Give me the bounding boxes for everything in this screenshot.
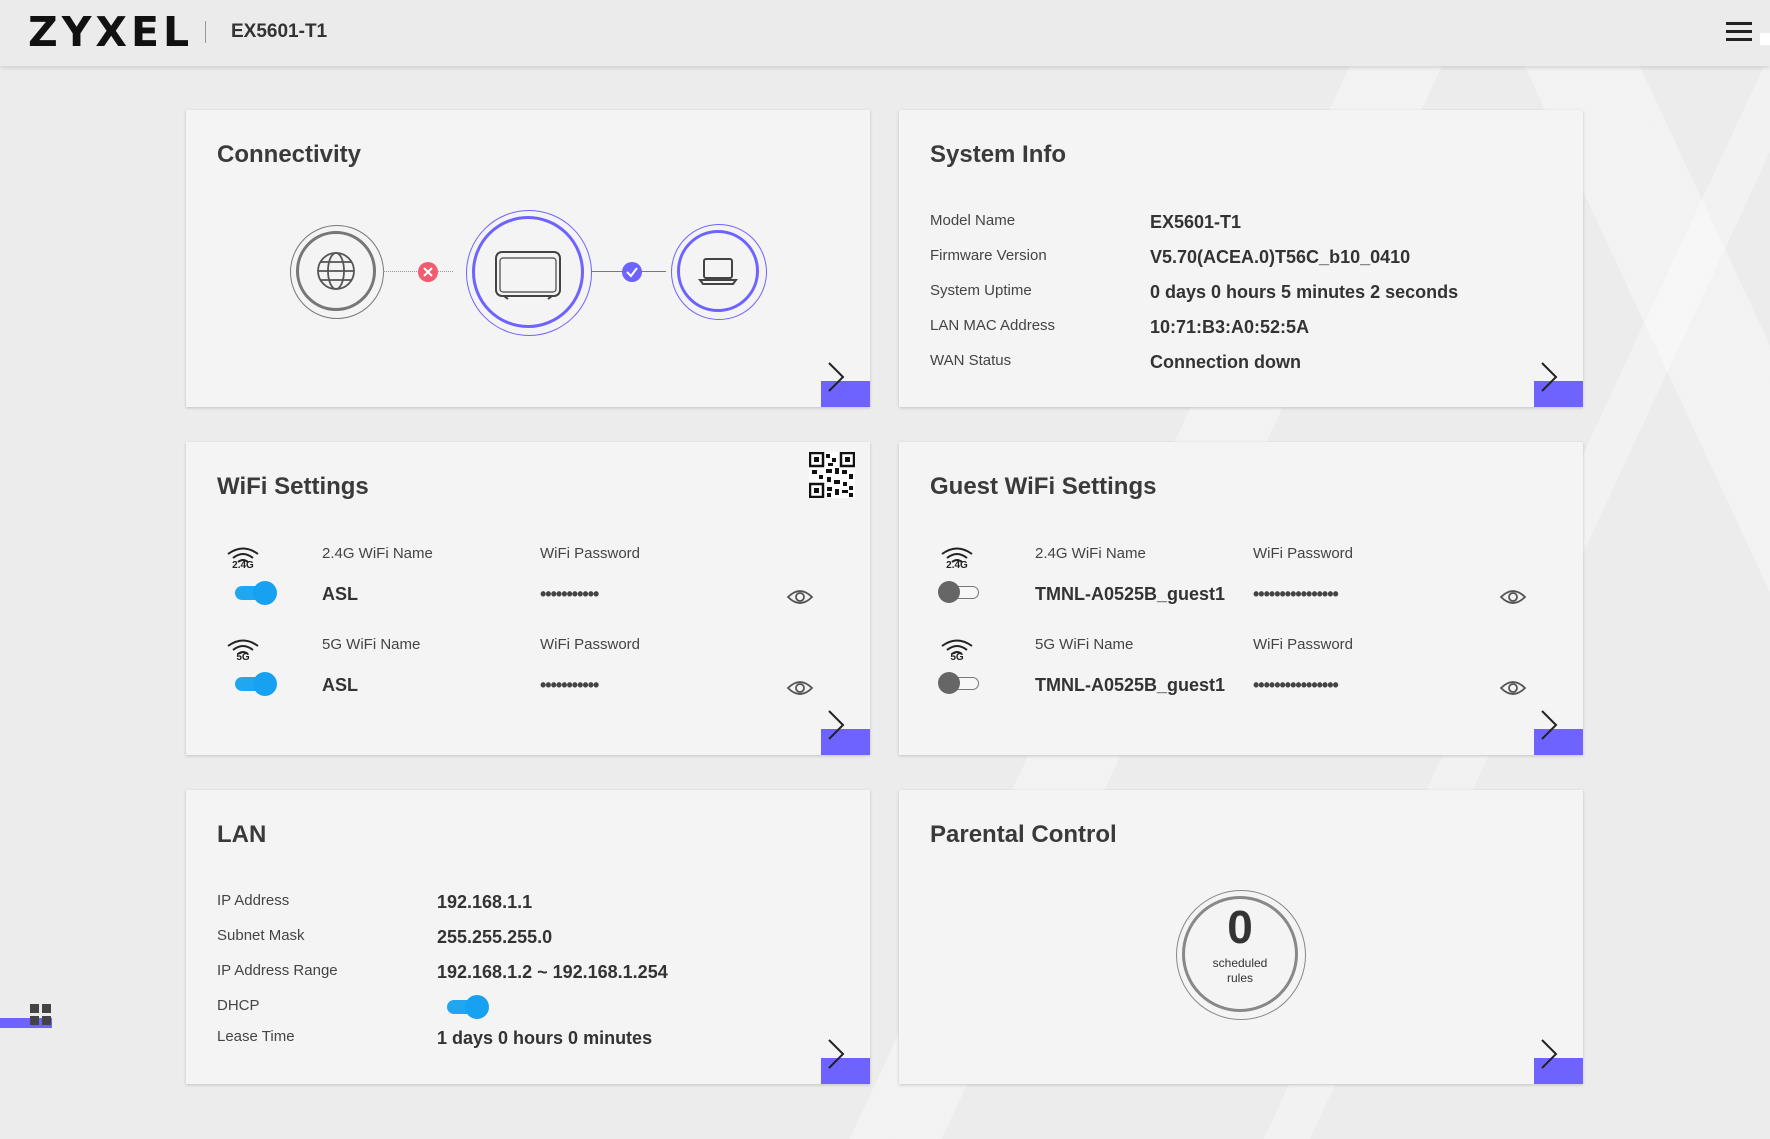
parental-control-more-button[interactable] bbox=[1534, 1039, 1583, 1084]
band-label: 5G bbox=[236, 652, 250, 663]
globe-icon bbox=[317, 252, 355, 290]
card-title: LAN bbox=[217, 821, 267, 848]
lan-mac-label: LAN MAC Address bbox=[930, 317, 1056, 334]
card-title: Parental Control bbox=[930, 821, 1117, 848]
guest-24g-toggle[interactable] bbox=[938, 581, 979, 603]
wifi-5g-password-label: WiFi Password bbox=[540, 636, 641, 653]
device-model-title: EX5601-T1 bbox=[231, 21, 328, 42]
laptop-icon bbox=[698, 258, 738, 285]
parental-control-card: Parental Control 0 scheduled rules bbox=[899, 790, 1583, 1084]
wifi-settings-more-button[interactable] bbox=[821, 710, 870, 755]
chevron-right-icon bbox=[1541, 710, 1558, 740]
guest-wifi-card: Guest WiFi Settings 2.4G 2.4G WiFi Name … bbox=[899, 442, 1583, 755]
band-label: 5G bbox=[950, 652, 964, 663]
connectivity-card: Connectivity bbox=[186, 110, 870, 407]
zyxel-logo[interactable]: ZYXEL bbox=[28, 8, 193, 56]
wifi-24g-name-label: 2.4G WiFi Name bbox=[322, 545, 433, 562]
chevron-right-icon bbox=[828, 362, 845, 392]
model-name-value: EX5601-T1 bbox=[1150, 212, 1242, 232]
show-password-eye-icon[interactable] bbox=[786, 679, 814, 697]
lan-mac-value: 10:71:B3:A0:52:5A bbox=[1150, 317, 1310, 337]
show-password-eye-icon[interactable] bbox=[1499, 588, 1527, 606]
band-label: 2.4G bbox=[946, 560, 968, 571]
guest-24g-password: •••••••••••••••• bbox=[1253, 584, 1339, 604]
lease-time-label: Lease Time bbox=[217, 1028, 295, 1045]
wifi-24g-password-label: WiFi Password bbox=[540, 545, 641, 562]
top-header: ZYXEL EX5601-T1 bbox=[0, 0, 1770, 66]
wifi-settings-card: WiFi Settings 2.4G 2.4G WiFi Name WiFi P… bbox=[186, 442, 870, 755]
wifi-5g-toggle[interactable] bbox=[235, 672, 277, 696]
ip-address-value: 192.168.1.1 bbox=[437, 892, 533, 912]
ip-range-label: IP Address Range bbox=[217, 962, 338, 979]
menu-tab bbox=[1760, 33, 1770, 45]
wifi-24g-ssid: ASL bbox=[322, 584, 358, 604]
qr-code-icon[interactable] bbox=[809, 452, 855, 498]
guest-5g-name-label: 5G WiFi Name bbox=[1035, 636, 1134, 653]
ip-range-value: 192.168.1.2 ~ 192.168.1.254 bbox=[437, 962, 668, 982]
wifi-5g-password: ••••••••••• bbox=[540, 675, 599, 695]
card-title: WiFi Settings bbox=[217, 473, 369, 500]
wan-status-value: Connection down bbox=[1150, 352, 1301, 372]
subnet-mask-value: 255.255.255.0 bbox=[437, 927, 553, 947]
chevron-right-icon bbox=[828, 710, 845, 740]
guest-5g-ssid: TMNL-A0525B_guest1 bbox=[1035, 675, 1226, 695]
dhcp-toggle[interactable] bbox=[447, 995, 489, 1019]
chevron-right-icon bbox=[1541, 1039, 1558, 1069]
check-icon bbox=[622, 262, 642, 282]
lease-time-value: 1 days 0 hours 0 minutes bbox=[437, 1028, 653, 1048]
system-info-more-button[interactable] bbox=[1534, 362, 1583, 407]
error-x-icon bbox=[418, 262, 438, 282]
guest-24g-password-label: WiFi Password bbox=[1253, 545, 1354, 562]
guest-wifi-more-button[interactable] bbox=[1534, 710, 1583, 755]
system-uptime-label: System Uptime bbox=[930, 282, 1032, 299]
header-divider bbox=[205, 21, 206, 43]
guest-5g-password: •••••••••••••••• bbox=[1253, 675, 1339, 695]
firmware-version-label: Firmware Version bbox=[930, 247, 1047, 264]
scheduled-rules-caption-line1: scheduled bbox=[1212, 956, 1268, 970]
ip-address-label: IP Address bbox=[217, 892, 290, 909]
wan-status-label: WAN Status bbox=[930, 352, 1012, 369]
card-title: System Info bbox=[930, 141, 1067, 168]
guest-5g-toggle[interactable] bbox=[938, 672, 979, 694]
scheduled-rules-count: 0 bbox=[1227, 901, 1253, 953]
wifi-5g-name-label: 5G WiFi Name bbox=[322, 636, 421, 653]
wifi-24g-password: ••••••••••• bbox=[540, 584, 599, 604]
guest-5g-password-label: WiFi Password bbox=[1253, 636, 1354, 653]
grid-icon bbox=[30, 1004, 51, 1025]
wifi-24g-toggle[interactable] bbox=[235, 581, 277, 605]
wifi-5g-ssid: ASL bbox=[322, 675, 358, 695]
band-label: 2.4G bbox=[232, 560, 254, 571]
guest-24g-ssid: TMNL-A0525B_guest1 bbox=[1035, 584, 1226, 604]
card-title: Guest WiFi Settings bbox=[930, 473, 1157, 500]
show-password-eye-icon[interactable] bbox=[786, 588, 814, 606]
chevron-right-icon bbox=[828, 1039, 845, 1069]
hamburger-menu-icon[interactable] bbox=[1726, 22, 1752, 44]
lan-more-button[interactable] bbox=[821, 1039, 870, 1084]
connectivity-more-button[interactable] bbox=[821, 362, 870, 407]
card-title: Connectivity bbox=[217, 141, 362, 168]
show-password-eye-icon[interactable] bbox=[1499, 679, 1527, 697]
router-icon bbox=[495, 251, 561, 300]
scheduled-rules-caption-line2: rules bbox=[1226, 971, 1253, 985]
lan-card: LAN IP Address 192.168.1.1 Subnet Mask 2… bbox=[186, 790, 870, 1084]
dhcp-label: DHCP bbox=[217, 997, 260, 1014]
guest-24g-name-label: 2.4G WiFi Name bbox=[1035, 545, 1146, 562]
chevron-right-icon bbox=[1541, 362, 1558, 392]
system-info-card: System Info Model Name EX5601-T1 Firmwar… bbox=[899, 110, 1583, 407]
dashboard-widget-button[interactable] bbox=[0, 1000, 52, 1030]
subnet-mask-label: Subnet Mask bbox=[217, 927, 305, 944]
firmware-version-value: V5.70(ACEA.0)T56C_b10_0410 bbox=[1150, 247, 1411, 267]
system-uptime-value: 0 days 0 hours 5 minutes 2 seconds bbox=[1150, 282, 1459, 302]
model-name-label: Model Name bbox=[930, 212, 1016, 229]
